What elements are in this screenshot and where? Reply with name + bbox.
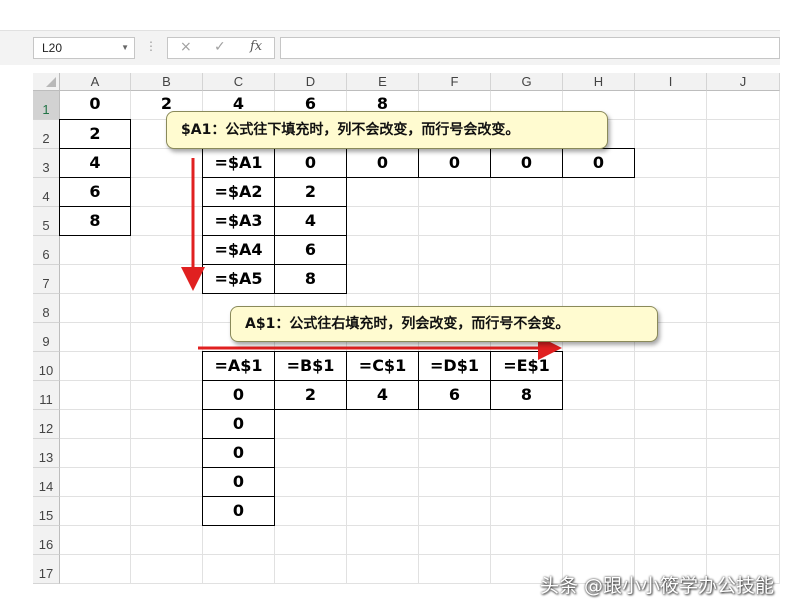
watermark: 头条 @跟小小筱学办公技能 bbox=[540, 575, 775, 597]
callout-down: $A1：公式往下填充时，列不会改变，而行号会改变。 bbox=[166, 111, 608, 149]
callout-right: A$1：公式往右填充时，列会改变，而行号不会变。 bbox=[230, 306, 658, 342]
arrows-layer bbox=[181, 158, 562, 360]
